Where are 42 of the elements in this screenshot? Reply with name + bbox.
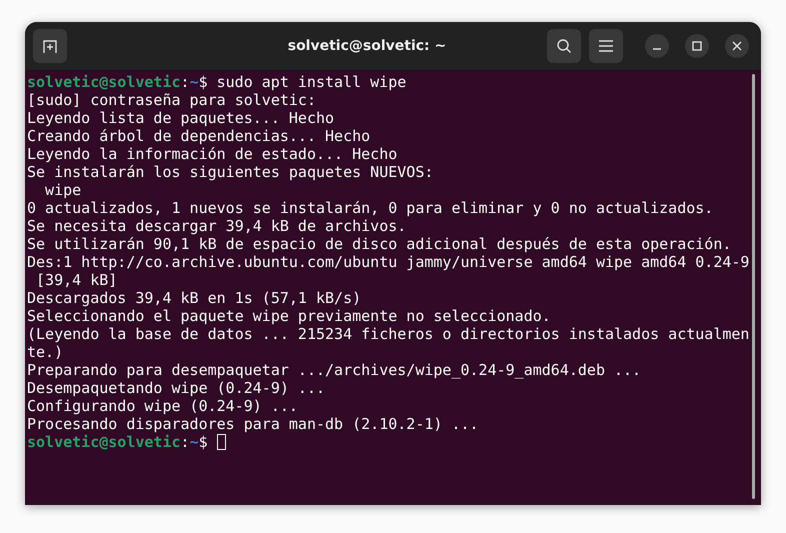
prompt-user: solvetic@solvetic bbox=[27, 73, 181, 91]
output-line: 0 actualizados, 1 nuevos se instalarán, 0 para eliminar y 0 no actualizados. bbox=[27, 199, 714, 217]
close-button[interactable] bbox=[725, 34, 749, 58]
minimize-button[interactable] bbox=[645, 34, 669, 58]
output-line: Leyendo la información de estado... Hecho bbox=[27, 145, 398, 163]
output-line: Se instalarán los siguientes paquetes NUEVOS: bbox=[27, 163, 434, 181]
output-line: [sudo] contraseña para solvetic: bbox=[27, 91, 316, 109]
new-tab-icon bbox=[42, 38, 58, 54]
window-title: solvetic@solvetic: ~ bbox=[286, 38, 448, 54]
output-line: te.) bbox=[27, 343, 64, 361]
output-line: Procesando disparadores para man-db (2.10.2-1) ... bbox=[27, 415, 479, 433]
output-line: Des:1 http://co.archive.ubuntu.com/ubuntu jammy/universe amd64 wipe amd64 0.24-9 bbox=[27, 253, 750, 271]
menu-icon bbox=[599, 40, 613, 52]
output-line: Seleccionando el paquete wipe previamente no seleccionado. bbox=[27, 307, 551, 325]
prompt-path: ~ bbox=[190, 73, 199, 91]
output-line: Se utilizarán 90,1 kB de espacio de disco adicional después de esta operación. bbox=[27, 235, 732, 253]
prompt-path: ~ bbox=[190, 433, 199, 451]
prompt-separator: : bbox=[180, 73, 190, 91]
prompt-symbol: $ bbox=[198, 73, 208, 91]
new-tab-button[interactable] bbox=[33, 29, 67, 63]
output-line: wipe bbox=[44, 181, 82, 199]
maximize-button[interactable] bbox=[685, 34, 709, 58]
search-icon bbox=[556, 38, 572, 54]
output-line: Configurando wipe (0.24-9) ... bbox=[27, 397, 298, 415]
output-line: Se necesita descargar 39,4 kB de archivos. bbox=[27, 217, 406, 235]
close-icon bbox=[732, 41, 742, 51]
minimize-icon bbox=[652, 48, 662, 50]
menu-button[interactable] bbox=[589, 29, 623, 63]
prompt-separator: : bbox=[180, 433, 190, 451]
output-line: Descargados 39,4 kB en 1s (57,1 kB/s) bbox=[27, 289, 362, 307]
scrollbar[interactable] bbox=[752, 74, 755, 499]
prompt-user: solvetic@solvetic bbox=[27, 433, 181, 451]
prompt-symbol: $ bbox=[198, 433, 208, 451]
output-line: Preparando para desempaquetar .../archives/wipe_0.24-9_amd64.deb ... bbox=[27, 361, 642, 379]
output-line: Leyendo lista de paquetes... Hecho bbox=[27, 109, 334, 127]
output-line: Desempaquetando wipe (0.24-9) ... bbox=[27, 379, 326, 397]
output-line: (Leyendo la base de datos ... 215234 ficheros o directorios instalados actualmen bbox=[27, 325, 750, 343]
command-text: sudo apt install wipe bbox=[216, 73, 406, 91]
output-line: [39,4 kB] bbox=[35, 271, 118, 289]
output-line: Creando árbol de dependencias... Hecho bbox=[27, 127, 370, 145]
maximize-icon bbox=[692, 41, 702, 51]
search-button[interactable] bbox=[547, 29, 581, 63]
